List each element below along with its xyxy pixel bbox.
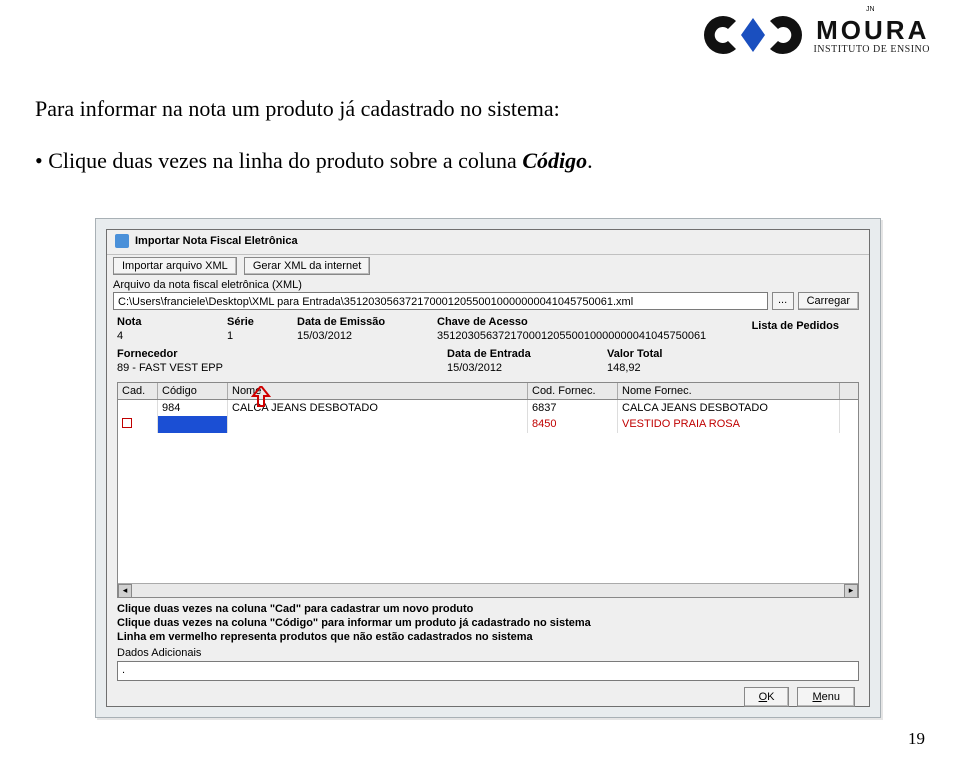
brand-logo-area: M O UJN R A INSTITUTO DE ENSINO (703, 12, 930, 58)
instruction-bullet: • Clique duas vezes na linha do produto … (35, 148, 593, 174)
col-nome[interactable]: Nome (228, 383, 528, 399)
page-number: 19 (908, 729, 925, 749)
moura-logo-text: M O UJN R A (816, 15, 927, 46)
bullet-prefix: • Clique duas vezes na linha do produto … (35, 148, 522, 173)
page-title: Para informar na nota um produto já cada… (35, 96, 560, 122)
carregar-button[interactable]: Carregar (798, 292, 859, 310)
scroll-left-icon[interactable]: ◂ (118, 584, 132, 598)
hd-nota: Nota (117, 316, 227, 328)
dados-adicionais-input[interactable]: . (117, 661, 859, 681)
dados-adicionais-label: Dados Adicionais (107, 645, 869, 659)
cell-cad[interactable] (118, 416, 158, 433)
moura-logo: M O UJN R A INSTITUTO DE ENSINO (813, 15, 930, 55)
cell-nome-fornec[interactable]: CALCA JEANS DESBOTADO (618, 400, 840, 416)
hd-fornecedor: Fornecedor (117, 348, 447, 360)
info-grid-2: Fornecedor Data de Entrada Valor Total 8… (107, 344, 869, 380)
hint-2: Clique duas vezes na coluna "Código" par… (117, 616, 859, 630)
app-screenshot: Importar Nota Fiscal Eletrônica Importar… (95, 218, 881, 718)
lista-pedidos-label: Lista de Pedidos (752, 320, 839, 332)
val-nota: 4 (117, 330, 227, 342)
gerar-xml-button[interactable]: Gerar XML da internet (244, 257, 370, 275)
products-table: Cad. Código Nome Cod. Fornec. Nome Forne… (117, 382, 859, 598)
hint-1: Clique duas vezes na coluna "Cad" para c… (117, 602, 859, 616)
col-codigo[interactable]: Código (158, 383, 228, 399)
hd-serie: Série (227, 316, 297, 328)
dialog-title: Importar Nota Fiscal Eletrônica (107, 230, 869, 255)
hint-3: Linha em vermelho representa produtos qu… (117, 630, 859, 644)
table-header: Cad. Código Nome Cod. Fornec. Nome Forne… (118, 383, 858, 400)
table-row[interactable]: 8450 VESTIDO PRAIA ROSA (118, 416, 858, 433)
val-data-emissao: 15/03/2012 (297, 330, 437, 342)
cell-codigo-selected[interactable] (158, 416, 228, 433)
cell-nome[interactable] (228, 416, 528, 433)
bullet-codigo: Código (522, 148, 587, 173)
footer-buttons: OK Menu (107, 681, 869, 713)
cell-nome[interactable]: CALCA JEANS DESBOTADO (228, 400, 528, 416)
val-chave: 3512030563721700012055001000000004104575… (437, 330, 737, 342)
co-logo-icon (703, 12, 803, 58)
browse-button[interactable]: ... (772, 292, 794, 310)
bullet-suffix: . (587, 148, 593, 173)
toolbar: Importar arquivo XML Gerar XML da intern… (107, 255, 869, 275)
col-nome-fornec[interactable]: Nome Fornec. (618, 383, 840, 399)
import-xml-button[interactable]: Importar arquivo XML (113, 257, 237, 275)
col-scroll (840, 383, 858, 399)
menu-button[interactable]: Menu (797, 687, 855, 707)
table-row[interactable]: 984 CALCA JEANS DESBOTADO 6837 CALCA JEA… (118, 400, 858, 416)
jn-tag: JN (866, 6, 875, 13)
cell-codigo[interactable]: 984 (158, 400, 228, 416)
hd-data-emissao: Data de Emissão (297, 316, 437, 328)
dialog-frame: Importar Nota Fiscal Eletrônica Importar… (106, 229, 870, 707)
val-fornecedor: 89 - FAST VEST EPP (117, 362, 447, 374)
scroll-right-icon[interactable]: ▸ (844, 584, 858, 598)
cell-cad[interactable] (118, 400, 158, 416)
val-serie: 1 (227, 330, 297, 342)
horizontal-scrollbar[interactable]: ◂ ▸ (118, 583, 858, 597)
cell-cod-fornec[interactable]: 8450 (528, 416, 618, 433)
val-valor-total: 148,92 (607, 362, 737, 374)
hd-data-entrada: Data de Entrada (447, 348, 607, 360)
hd-valor-total: Valor Total (607, 348, 737, 360)
col-cad[interactable]: Cad. (118, 383, 158, 399)
arrow-up-icon (251, 386, 271, 413)
cell-nome-fornec[interactable]: VESTIDO PRAIA ROSA (618, 416, 840, 433)
arquivo-label: Arquivo da nota fiscal eletrônica (XML) (107, 275, 869, 292)
col-cod-fornec[interactable]: Cod. Fornec. (528, 383, 618, 399)
cell-cod-fornec[interactable]: 6837 (528, 400, 618, 416)
table-empty-area (118, 433, 858, 583)
hd-chave: Chave de Acesso (437, 316, 737, 328)
arquivo-path-input[interactable]: C:\Users\franciele\Desktop\XML para Entr… (113, 292, 768, 310)
ok-button[interactable]: OK (744, 687, 790, 707)
hints-block: Clique duas vezes na coluna "Cad" para c… (107, 598, 869, 645)
val-data-entrada: 15/03/2012 (447, 362, 607, 374)
